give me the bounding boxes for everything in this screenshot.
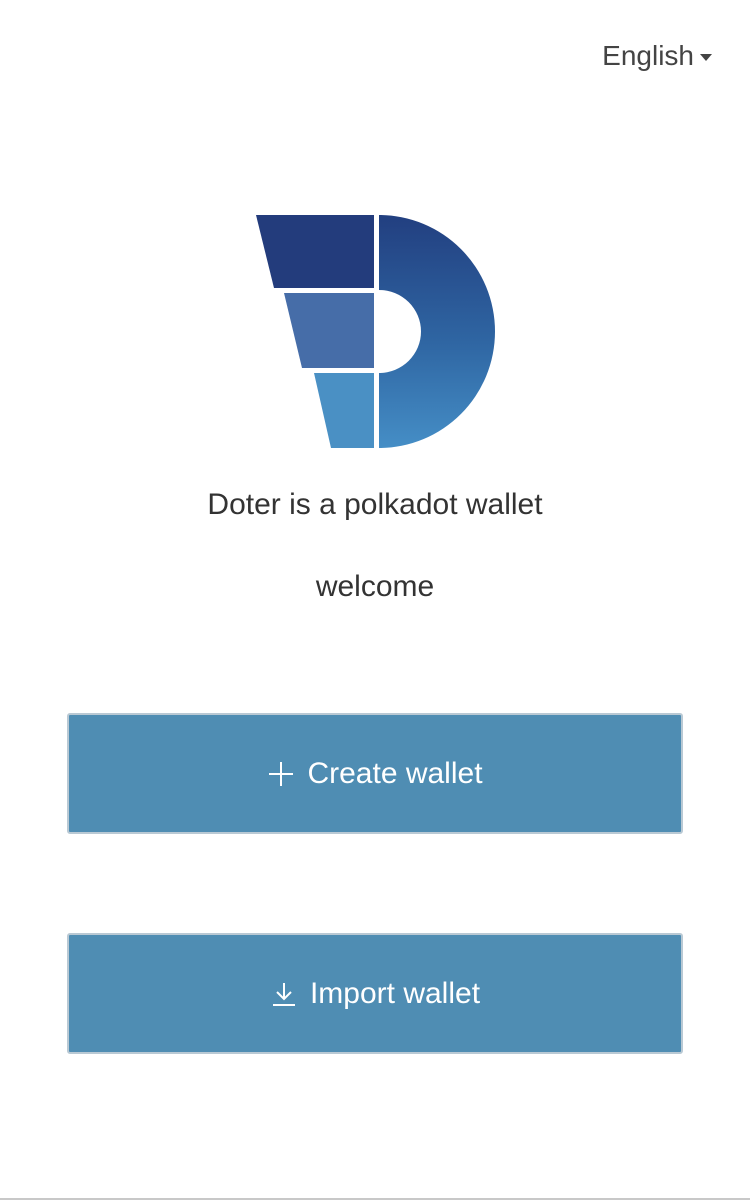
welcome-screen: English Doter is a polkadot wallet welco… [0, 0, 750, 1200]
welcome-text: welcome [315, 570, 435, 603]
language-dropdown[interactable]: English [602, 40, 712, 72]
caret-down-icon [700, 53, 712, 61]
tagline-text: Doter is a polkadot wallet [207, 488, 543, 521]
language-label: English [602, 40, 694, 71]
download-icon [270, 980, 298, 1008]
plus-icon [267, 760, 295, 788]
create-wallet-button[interactable]: Create wallet [67, 713, 683, 834]
doter-logo [250, 210, 500, 455]
import-wallet-button[interactable]: Import wallet [67, 933, 683, 1054]
import-wallet-label: Import wallet [309, 976, 481, 1010]
create-wallet-label: Create wallet [307, 756, 483, 790]
